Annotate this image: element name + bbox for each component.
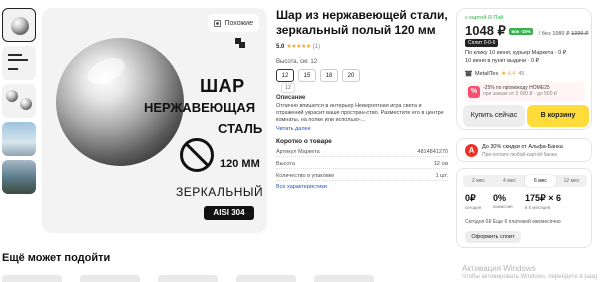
pay-card-note: с картой Я Пэй [465, 15, 504, 21]
tab-12-months[interactable]: 12 мес [556, 175, 587, 187]
price: 1048 ₽ вок -15% / без 1080 ₽ 1300 ₽ [465, 23, 588, 39]
similar-icon [214, 19, 222, 27]
size-option-18[interactable]: 18 [320, 69, 338, 82]
old-price: / без 1080 ₽ 1300 ₽ [539, 31, 589, 37]
thumbnail-2[interactable] [2, 46, 36, 80]
brief-heading: Коротко о товаре [276, 138, 332, 145]
alfa-bank-offer[interactable]: А До 30% скидки от Альфа-Банка При оплат… [456, 138, 592, 162]
spec-name: Количество в упаковке [276, 173, 335, 179]
spec-value: 4814841270 [417, 149, 448, 155]
split-commission-value: 0% [493, 193, 507, 203]
alfa-offer-subtitle: При оплате любой картой банка [482, 152, 557, 158]
split-today-label: сегодня [465, 205, 482, 210]
split-today-value: 0₽ [465, 193, 476, 203]
shop-icon [465, 70, 472, 77]
image-text-size: 120 ММ [220, 158, 260, 170]
rating-value: 5.0 [276, 43, 285, 50]
image-text-word1: ШАР [200, 76, 245, 96]
delivery-pickup[interactable]: 10 июня в пункт выдачи · 0 ₽ [465, 58, 539, 64]
alfa-bank-icon: А [465, 144, 478, 157]
split-today: 0₽ сегодня [465, 193, 481, 210]
all-specs-link[interactable]: Все характеристики [276, 184, 448, 190]
description-text: Отлично впишется в интерьер Невероятная … [276, 103, 444, 123]
image-text-finish: ЗЕРКАЛЬНЫЙ [176, 185, 264, 199]
thumbnail-4[interactable] [2, 122, 36, 156]
split-payment: 2 мес 4 мес 6 мес 12 мес 0₽ сегодня 0% к… [456, 168, 592, 248]
split-commission-label: комиссия [493, 204, 513, 209]
product-info: Шар из нержавеющей стали, зеркальный пол… [276, 8, 448, 190]
seller-reviews: 45 [518, 70, 525, 77]
split-installment: 175₽ × 6 в 6 месяцев [525, 193, 561, 210]
thumbnail-image [11, 17, 29, 35]
promo-icon: % [468, 86, 480, 98]
size-tooltip: 12 [281, 83, 295, 93]
recommendation-card[interactable] [314, 275, 374, 282]
spec-name: Артикул Маркета [276, 149, 320, 155]
reviews-count[interactable]: (1) [313, 44, 320, 50]
product-title: Шар из нержавеющей стали, зеркальный пол… [276, 8, 448, 37]
delivery-courier[interactable]: По клику 10 июня, курьер Маркета · 0 ₽ [465, 50, 566, 56]
thumbnail-3[interactable] [2, 84, 36, 118]
struck-price: 1300 ₽ [571, 31, 589, 37]
star-icons: ★★★★★ [286, 44, 311, 50]
buy-panel: с картой Я Пэй 1048 ₽ вок -15% / без 108… [456, 8, 592, 130]
spec-row: Количество в упаковке 1 шт. [276, 173, 448, 181]
thumbnail-1[interactable] [2, 8, 36, 42]
old-price-prefix: / без [538, 31, 551, 37]
seller-name: MetallTex [475, 70, 499, 77]
image-text-word2: НЕРЖАВЕЮЩАЯ [144, 100, 256, 115]
size-label: Высота, см: 12 [276, 59, 318, 65]
spec-row: Артикул Маркета 4814841270 [276, 149, 448, 157]
seller-rating: ★ 4,4 [501, 70, 516, 77]
tab-2-months[interactable]: 2 мес [463, 175, 494, 187]
recommendation-card[interactable] [236, 275, 296, 282]
size-options: 12 15 18 20 [276, 69, 448, 82]
windows-activation-text: Чтобы активировать Windows, перейдите в … [462, 274, 598, 280]
thumbnail-5[interactable] [2, 160, 36, 194]
spec-name: Высота [276, 161, 295, 167]
spec-value: 12 см [433, 161, 448, 167]
price-value: 1048 ₽ [465, 23, 506, 38]
product-main-image[interactable]: Похожие ШАР НЕРЖАВЕЮЩАЯ СТАЛЬ 120 ММ ЗЕР… [42, 8, 267, 233]
image-text-grade: AISI 304 [204, 206, 254, 220]
recommendations-heading: Ещё может подойти [2, 252, 111, 264]
size-option-15[interactable]: 15 [298, 69, 316, 82]
recommendation-card[interactable] [158, 275, 218, 282]
seller-info[interactable]: MetallTex ★ 4,4 45 [465, 70, 524, 77]
diameter-icon [180, 138, 214, 172]
split-note: Сегодня 0₽ Еще 6 платежей ежемесячно [465, 219, 561, 225]
split-badge[interactable]: Сплит 0-0-6 [465, 39, 499, 47]
split-checkout-button[interactable]: Оформить сплит [465, 231, 521, 243]
description-heading: Описание [276, 95, 306, 101]
alfa-offer-title: До 30% скидки от Альфа-Банка [482, 144, 563, 150]
rating[interactable]: 5.0 ★★★★★ (1) [276, 43, 448, 51]
recommendation-card[interactable] [2, 275, 62, 282]
tab-4-months[interactable]: 4 мес [494, 175, 525, 187]
read-more-link[interactable]: Читать далее [276, 126, 448, 132]
spec-value: 1 шт. [435, 173, 448, 179]
split-installment-value: 175₽ × 6 [525, 193, 562, 203]
image-text-word3: СТАЛЬ [218, 121, 263, 136]
discount-badge: вок -15% [509, 28, 533, 36]
windows-activation-title: Активация Windows [462, 264, 536, 273]
old-price-value: 1080 ₽ [552, 31, 570, 37]
similar-label: Похожие [224, 19, 253, 27]
split-commission: 0% комиссия [493, 193, 513, 209]
recommendation-cards [0, 275, 450, 282]
copy-icon[interactable] [235, 38, 245, 48]
size-option-20[interactable]: 20 [342, 69, 360, 82]
buy-now-button[interactable]: Купить сейчас [463, 105, 525, 127]
tab-6-months[interactable]: 6 мес [525, 175, 556, 187]
similar-button[interactable]: Похожие [208, 14, 259, 32]
spec-row: Высота 12 см [276, 161, 448, 169]
add-to-cart-button[interactable]: В корзину [527, 105, 589, 127]
promo-block[interactable]: % -25% по промокоду HOME25 при заказе от… [465, 82, 585, 102]
split-tabs: 2 мес 4 мес 6 мес 12 мес [463, 175, 587, 187]
size-option-12[interactable]: 12 [276, 69, 294, 82]
recommendation-card[interactable] [80, 275, 140, 282]
promo-line-2: при заказе от 2 000 ₽ · до 500 ₽ [483, 91, 558, 97]
split-installment-label: в 6 месяцев [525, 205, 551, 210]
thumbnail-list [2, 8, 38, 198]
